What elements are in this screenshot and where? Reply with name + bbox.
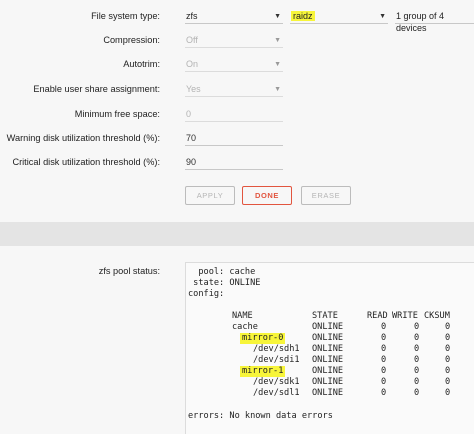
minfree-row: Minimum free space: 0	[0, 108, 474, 128]
row-name: /dev/sdk1	[253, 377, 300, 387]
col-cksum-header: CKSUM	[424, 311, 450, 321]
chevron-down-icon: ▼	[274, 86, 281, 93]
critical-label: Critical disk utilization threshold (%):	[12, 157, 160, 167]
row-cksum: 0	[445, 322, 451, 332]
chevron-down-icon: ▼	[274, 61, 281, 68]
config-line: config:	[188, 289, 225, 299]
row-read: 0	[381, 377, 387, 387]
autotrim-row: Autotrim: On ▼	[0, 58, 474, 78]
erase-button[interactable]: ERASE	[301, 186, 351, 205]
share-label: Enable user share assignment:	[33, 84, 160, 94]
col-write-header: WRITE	[392, 311, 418, 321]
share-select[interactable]: Yes ▼	[185, 83, 283, 97]
pool-status-label: zfs pool status:	[98, 266, 160, 276]
layout-select[interactable]: raidz ▼	[290, 10, 388, 24]
state-line: state: ONLINE	[188, 278, 261, 288]
col-state-header: STATE	[312, 311, 338, 321]
row-write: 0	[414, 333, 420, 343]
minfree-value: 0	[186, 109, 192, 119]
row-name: /dev/sdl1	[253, 388, 300, 398]
row-read: 0	[381, 388, 387, 398]
row-write: 0	[414, 344, 420, 354]
minfree-label: Minimum free space:	[74, 109, 160, 119]
row-state: ONLINE	[312, 322, 344, 332]
row-write: 0	[414, 388, 420, 398]
settings-panel: File system type: zfs ▼ raidz ▼ 1 group …	[0, 0, 474, 222]
autotrim-select[interactable]: On ▼	[185, 58, 283, 72]
row-read: 0	[381, 366, 387, 376]
compression-label: Compression:	[103, 35, 160, 45]
row-cksum: 0	[445, 388, 451, 398]
row-name: /dev/sdh1	[253, 344, 300, 354]
done-button[interactable]: DONE	[242, 186, 292, 205]
filesystem-value: zfs	[186, 11, 198, 21]
chevron-down-icon: ▼	[379, 13, 386, 20]
autotrim-value: On	[186, 59, 199, 69]
chevron-down-icon: ▼	[274, 13, 281, 20]
critical-value: 90	[186, 157, 197, 167]
row-write: 0	[414, 366, 420, 376]
row-name: /dev/sdi1	[253, 355, 300, 365]
chevron-down-icon: ▼	[274, 37, 281, 44]
col-read-header: READ	[367, 311, 388, 321]
errors-line: errors: No known data errors	[188, 411, 333, 421]
row-cksum: 0	[445, 377, 451, 387]
apply-button[interactable]: APPLY	[185, 186, 235, 205]
row-read: 0	[381, 322, 387, 332]
groups-select[interactable]: 1 group of 4 devices	[395, 10, 474, 33]
autotrim-label: Autotrim:	[123, 59, 160, 69]
pool-settings-page: File system type: zfs ▼ raidz ▼ 1 group …	[0, 0, 474, 434]
row-name: cache	[232, 322, 258, 332]
row-read: 0	[381, 355, 387, 365]
pool-status-panel: zfs pool status: pool: cache state: ONLI…	[0, 246, 474, 434]
row-state: ONLINE	[312, 388, 344, 398]
row-name: mirror-0	[240, 333, 286, 344]
row-state: ONLINE	[312, 344, 344, 354]
pool-line: pool: cache	[188, 267, 256, 277]
row-cksum: 0	[445, 344, 451, 354]
pool-status-output: pool: cache state: ONLINE config: NAME S…	[185, 262, 474, 434]
row-cksum: 0	[445, 355, 451, 365]
row-write: 0	[414, 322, 420, 332]
critical-row: Critical disk utilization threshold (%):…	[0, 156, 474, 176]
warning-input[interactable]: 70	[185, 132, 283, 146]
row-name: mirror-1	[240, 366, 286, 377]
row-state: ONLINE	[312, 355, 344, 365]
row-read: 0	[381, 344, 387, 354]
col-name-header: NAME	[232, 311, 253, 321]
warning-label: Warning disk utilization threshold (%):	[6, 133, 160, 143]
filesystem-label: File system type:	[91, 11, 160, 21]
section-divider	[0, 222, 474, 246]
minfree-input[interactable]: 0	[185, 108, 283, 122]
row-cksum: 0	[445, 366, 451, 376]
warning-row: Warning disk utilization threshold (%): …	[0, 132, 474, 152]
compression-row: Compression: Off ▼	[0, 34, 474, 54]
compression-select[interactable]: Off ▼	[185, 34, 283, 48]
row-write: 0	[414, 377, 420, 387]
share-value: Yes	[186, 84, 201, 94]
share-row: Enable user share assignment: Yes ▼	[0, 83, 474, 103]
warning-value: 70	[186, 133, 197, 143]
compression-value: Off	[186, 35, 198, 45]
row-state: ONLINE	[312, 377, 344, 387]
critical-input[interactable]: 90	[185, 156, 283, 170]
groups-value: 1 group of 4 devices	[396, 11, 445, 33]
row-cksum: 0	[445, 333, 451, 343]
filesystem-select[interactable]: zfs ▼	[185, 10, 283, 24]
filesystem-row: File system type: zfs ▼ raidz ▼ 1 group …	[0, 10, 474, 33]
row-read: 0	[381, 333, 387, 343]
row-state: ONLINE	[312, 366, 344, 376]
row-write: 0	[414, 355, 420, 365]
row-state: ONLINE	[312, 333, 344, 343]
layout-value: raidz	[291, 11, 315, 21]
